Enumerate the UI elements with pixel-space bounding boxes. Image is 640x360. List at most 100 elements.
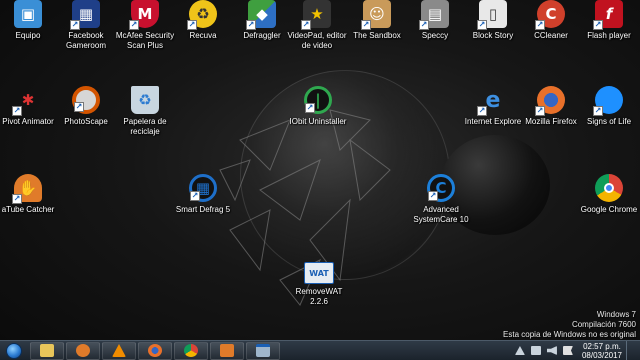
icon-label: Google Chrome: [580, 205, 638, 214]
icon-label: Block Story: [472, 31, 514, 40]
icon-label: Facebook Gameroom: [65, 31, 106, 50]
speccy-icon: ▤ ↗: [419, 0, 449, 30]
desktop-icon-pivot-animator[interactable]: ✱ ↗ Pivot Animator: [0, 86, 59, 127]
atube-catcher-icon: ✋ ↗: [12, 174, 42, 204]
watermark-notice: Esta copia de Windows no es original: [503, 330, 636, 339]
icon-label: Signs of Life: [586, 117, 632, 126]
media-player-icon: [76, 344, 90, 357]
photoscape-icon: ↗: [72, 86, 100, 114]
watermark-os: Windows 7: [596, 310, 636, 319]
network-icon[interactable]: [530, 346, 541, 355]
icon-label: Papelera de reciclaje: [123, 117, 167, 136]
icon-label: Speccy: [421, 31, 449, 40]
action-center-flag-icon[interactable]: [562, 346, 573, 355]
signs-of-life-icon: ↗: [593, 86, 623, 116]
icon-label: PhotoScape: [64, 117, 108, 126]
desktop-icon-smart-defrag[interactable]: ▦ ↗ Smart Defrag 5: [172, 174, 234, 215]
icon-label: Recuva: [189, 31, 217, 40]
desktop-icon-defraggler[interactable]: ◆ ↗ Defraggler: [231, 0, 293, 41]
app-window-icon: [256, 344, 270, 357]
desktop-icon-mozilla-firefox[interactable]: ↗ Mozilla Firefox: [520, 86, 582, 127]
internet-explorer-icon: e ↗: [477, 87, 501, 116]
clock-date: 08/03/2017: [581, 350, 622, 360]
desktop-icon-recuva[interactable]: ♻ ↗ Recuva: [172, 0, 234, 41]
sandbox-icon: ☺ ↗: [361, 0, 391, 30]
desktop-icon-signs-of-life[interactable]: ↗ Signs of Life: [578, 86, 640, 127]
desktop-icon-iobit-uninstaller[interactable]: | ↗ IObit Uninstaller: [287, 86, 349, 127]
ccleaner-icon: C ↗: [535, 0, 565, 30]
desktop-icon-the-sandbox[interactable]: ☺ ↗ The Sandbox: [346, 0, 408, 41]
iobit-uninstaller-icon: | ↗: [304, 86, 332, 114]
icon-label: Pivot Animator: [2, 117, 54, 126]
icon-label: The Sandbox: [353, 31, 401, 40]
clock-time: 02:57 p.m.: [583, 341, 621, 351]
blockstory-icon: ▯ ↗: [477, 0, 507, 30]
clock[interactable]: 02:57 p.m. 08/03/2017: [582, 342, 622, 360]
taskbar-pin-vlc[interactable]: [102, 341, 136, 360]
advanced-systemcare-icon: C ↗: [427, 174, 455, 202]
icon-label: Internet Explore: [464, 117, 522, 126]
chrome-icon: [184, 344, 198, 357]
desktop-icon-ccleaner[interactable]: C ↗ CCleaner: [520, 0, 582, 41]
desktop-icon-videopad[interactable]: ★ ↗ VideoPad, editor de video: [286, 0, 348, 50]
pivot-icon: ✱ ↗: [12, 91, 35, 116]
chrome-icon: [595, 174, 623, 202]
smart-defrag-icon: ▦ ↗: [189, 174, 217, 202]
desktop-icon-mcafee[interactable]: M ↗ McAfee Security Scan Plus: [114, 0, 176, 50]
taskbar-pin-explorer[interactable]: [30, 341, 64, 360]
videopad-icon: ★ ↗: [301, 0, 331, 30]
desktop-icon-equipo[interactable]: ▣ Equipo: [0, 0, 59, 41]
defraggler-icon: ◆ ↗: [246, 0, 276, 30]
mcafee-shield-icon: M ↗: [129, 0, 159, 30]
computer-icon: ▣: [14, 0, 42, 28]
desktop-icon-removewat[interactable]: WAT RemoveWAT 2.2.6: [288, 262, 350, 306]
flash-icon: f ↗: [593, 0, 623, 30]
icon-label: RemoveWAT 2.2.6: [295, 287, 343, 306]
desktop-icon-google-chrome[interactable]: Google Chrome: [578, 174, 640, 215]
vlc-icon: [112, 344, 126, 357]
taskbar: 02:57 p.m. 08/03/2017: [0, 340, 640, 360]
removewat-icon: WAT: [304, 262, 334, 284]
gameroom-icon: ▦ ↗: [70, 0, 100, 30]
desktop-icon-advanced-systemcare[interactable]: C ↗ Advanced SystemCare 10: [410, 174, 472, 224]
start-button[interactable]: [0, 341, 28, 360]
recycle-bin-icon: ♻: [131, 86, 159, 114]
taskbar-pin-firefox[interactable]: [138, 341, 172, 360]
icon-label: aTube Catcher: [1, 205, 55, 214]
desktop-icon-flash-player[interactable]: f ↗ Flash player: [578, 0, 640, 41]
watermark-build: Compilación 7600: [571, 320, 636, 329]
icon-label: McAfee Security Scan Plus: [115, 31, 175, 50]
system-tray: 02:57 p.m. 08/03/2017: [512, 340, 640, 360]
desktop-icon-block-story[interactable]: ▯ ↗ Block Story: [462, 0, 524, 41]
icon-label: Mozilla Firefox: [525, 117, 577, 126]
firefox-icon: [148, 344, 162, 357]
icon-label: Smart Defrag 5: [175, 205, 231, 214]
icon-label: IObit Uninstaller: [289, 117, 347, 126]
atube-catcher-icon: [220, 344, 234, 357]
taskbar-pin-chrome[interactable]: [174, 341, 208, 360]
windows-orb-icon: [6, 342, 22, 359]
volume-icon[interactable]: [546, 346, 557, 355]
icon-label: Advanced SystemCare 10: [413, 205, 469, 224]
desktop-icon-speccy[interactable]: ▤ ↗ Speccy: [404, 0, 466, 41]
show-hidden-icons-icon[interactable]: [514, 346, 525, 355]
icon-label: VideoPad, editor de video: [287, 31, 347, 50]
desktop-icon-atube-catcher[interactable]: ✋ ↗ aTube Catcher: [0, 174, 59, 215]
taskbar-pin-app[interactable]: [246, 341, 280, 360]
desktop-icon-internet-explorer[interactable]: e ↗ Internet Explore: [462, 86, 524, 127]
windows-watermark: Windows 7 Compilación 7600 Esta copia de…: [503, 310, 636, 340]
show-desktop-button[interactable]: [626, 340, 634, 360]
desktop-icon-facebook-gameroom[interactable]: ▦ ↗ Facebook Gameroom: [55, 0, 117, 50]
desktop-icon-recycle-bin[interactable]: ♻ Papelera de reciclaje: [114, 86, 176, 136]
icon-label: CCleaner: [534, 31, 568, 40]
firefox-icon: ↗: [535, 86, 565, 116]
taskbar-pin-media-player[interactable]: [66, 341, 100, 360]
icon-label: Equipo: [15, 31, 41, 40]
taskbar-pin-atube[interactable]: [210, 341, 244, 360]
desktop-icon-photoscape[interactable]: ↗ PhotoScape: [55, 86, 117, 127]
icon-label: Flash player: [587, 31, 631, 40]
desktop: ▣ Equipo ▦ ↗ Facebook Gameroom M ↗ McAfee …: [0, 0, 640, 340]
icon-label: Defraggler: [243, 31, 281, 40]
recuva-icon: ♻ ↗: [187, 0, 217, 30]
windows-explorer-icon: [40, 344, 54, 357]
